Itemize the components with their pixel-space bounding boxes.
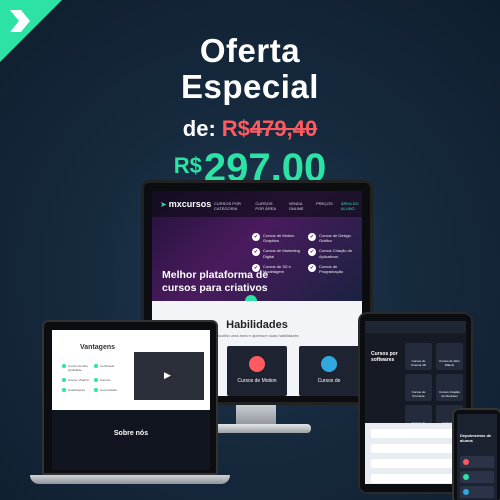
- smartphone: Depoimentos de alunos: [452, 408, 500, 500]
- avatar: [463, 489, 469, 495]
- chevron-arrow-icon: [10, 10, 30, 32]
- list-item: [371, 474, 460, 483]
- list-item: [371, 429, 460, 438]
- about-title: Sobre nós: [113, 430, 149, 437]
- offer-title-line2: Especial: [181, 68, 319, 105]
- advantage-item: Suporte: [94, 378, 126, 382]
- list-item: [371, 459, 460, 468]
- nav-link[interactable]: VENDA ONLINE: [289, 201, 308, 211]
- feature-item: Cursos de Marketing Digital: [252, 248, 304, 258]
- skill-label: Cursos de: [317, 378, 341, 384]
- nav-link-student-area[interactable]: ÁREA DO ALUNO: [341, 201, 362, 211]
- tablet-lower-section: [365, 423, 466, 484]
- skill-icon: [321, 356, 337, 372]
- laptop-screen: Vantagens Cursos de Alta Qualidade Certi…: [52, 330, 210, 470]
- advantages-title: Vantagens: [80, 344, 116, 351]
- feature-item: Cursos de Motion Graphics: [252, 233, 304, 243]
- skill-card-motion[interactable]: Cursos de Motion: [227, 346, 287, 396]
- software-card[interactable]: Cursos de After Effects: [436, 343, 463, 370]
- advantage-item: Acesso Vitalício: [62, 378, 94, 382]
- advantage-item: Atualizações: [62, 388, 94, 392]
- advantage-item: Cursos de Alta Qualidade: [62, 364, 94, 372]
- old-price: 479,40: [249, 116, 318, 141]
- advantages-list: Cursos de Alta Qualidade Certificado Ace…: [62, 364, 126, 392]
- new-currency: R$: [173, 153, 202, 178]
- skill-label: Cursos de Motion: [237, 378, 277, 384]
- feature-item: Cursos Criação de Aplicativos: [308, 248, 360, 258]
- old-price-row: de: R$479,40: [0, 116, 500, 142]
- avatar: [463, 459, 469, 465]
- site-navbar: mxcursos CURSOS POR CATEGORIA CURSOS POR…: [152, 191, 362, 217]
- software-card[interactable]: Cursos de Cinema 4D: [405, 343, 432, 370]
- laptop-lid: Vantagens Cursos de Alta Qualidade Certi…: [42, 320, 218, 475]
- tablet-screen: Cursos por softwares Cursos de Cinema 4D…: [365, 321, 466, 484]
- site-hero: mxcursos CURSOS POR CATEGORIA CURSOS POR…: [152, 191, 362, 301]
- video-player[interactable]: [134, 352, 204, 400]
- feature-item: Cursos de 3D e Modelagem: [252, 264, 304, 274]
- avatar: [463, 474, 469, 480]
- testimonial-card[interactable]: [460, 486, 494, 498]
- nav-link[interactable]: PREÇOS: [316, 201, 333, 211]
- from-label: de:: [182, 116, 216, 141]
- nav-link[interactable]: CURSOS POR CATEGORIA: [214, 201, 247, 211]
- tablet-header: [365, 321, 466, 333]
- testimonial-card[interactable]: [460, 456, 494, 468]
- testimonial-card[interactable]: [460, 471, 494, 483]
- feature-list: Cursos de Motion Graphics Cursos de Desi…: [252, 233, 360, 274]
- about-section: Sobre nós: [52, 410, 210, 470]
- site-nav-links: CURSOS POR CATEGORIA CURSOS POR ÁREA VEN…: [214, 201, 362, 211]
- feature-item: Cursos de Design Gráfico: [308, 233, 360, 243]
- skill-card[interactable]: Cursos de: [299, 346, 359, 396]
- software-section-title: Cursos por softwares: [371, 351, 398, 363]
- advantage-item: Comunidade: [94, 388, 126, 392]
- motion-icon: [249, 356, 265, 372]
- laptop: Vantagens Cursos de Alta Qualidade Certi…: [30, 320, 230, 495]
- software-card[interactable]: Cursos Criação de Illustrator: [436, 374, 463, 401]
- advantage-item: Certificado: [94, 364, 126, 372]
- list-item: [371, 444, 460, 453]
- site-logo[interactable]: mxcursos: [160, 199, 212, 209]
- phone-screen: Depoimentos de alunos: [457, 414, 497, 500]
- testimonials-title: Depoimentos de alunos: [460, 433, 492, 443]
- software-card[interactable]: Cursos de Premiere: [405, 374, 432, 401]
- offer-title-line1: Oferta: [199, 32, 301, 69]
- laptop-base: [30, 475, 230, 484]
- feature-item: Cursos de Programação: [308, 264, 360, 274]
- nav-link[interactable]: CURSOS POR ÁREA: [255, 201, 280, 211]
- old-currency: R$: [221, 116, 250, 141]
